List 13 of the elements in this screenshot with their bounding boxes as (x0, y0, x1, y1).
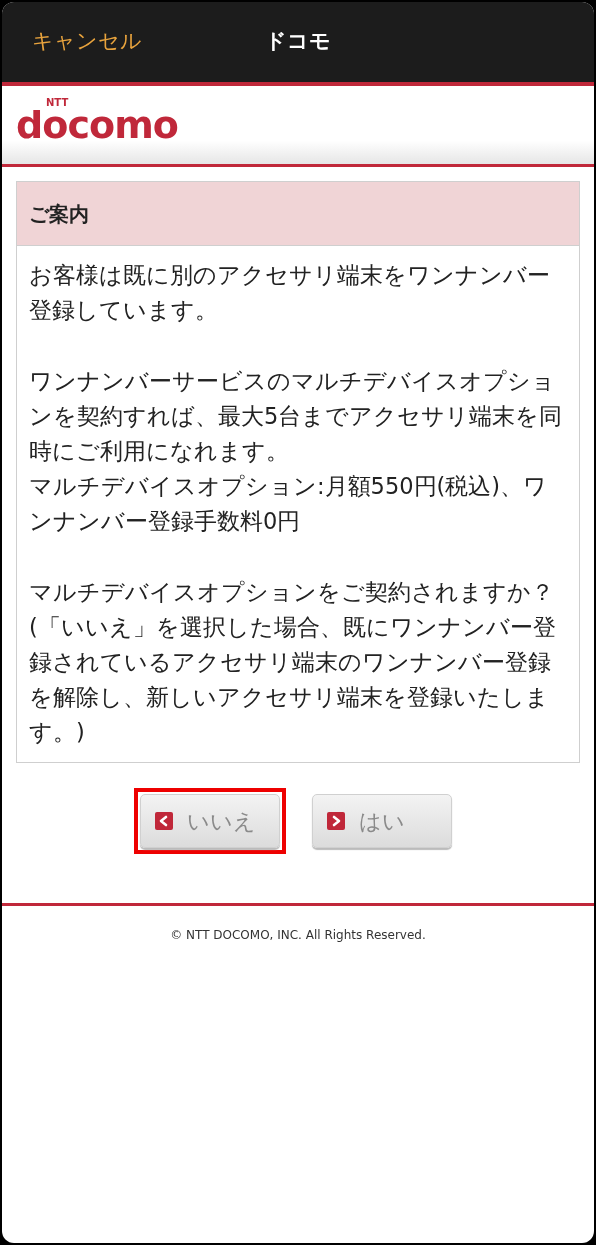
notice-text: マルチデバイスオプション:月額550円(税込)、ワンナンバー登録手数料0円 (29, 472, 549, 536)
logo: docomo (16, 106, 178, 144)
notice-heading: ご案内 (17, 182, 579, 246)
copyright-text: © NTT DOCOMO, INC. All Rights Reserved. (170, 927, 426, 944)
choice-button[interactable]: はい (312, 794, 452, 848)
notice-text: ワンナンバーサービスのマルチデバイスオプションを契約すれば、最大5台までアクセサリ端末を同時にご利用になれます。 (29, 367, 564, 466)
nav-title: ドコモ (265, 28, 331, 56)
logo-small-text: NTT (46, 98, 69, 108)
notice-text: マルチデバイスオプションをご契約されますか？ (29, 578, 555, 607)
choice-button[interactable]: いいえ (140, 794, 280, 848)
notice-text: お客様は既に別のアクセサリ端末をワンナンバー登録しています。 (29, 261, 551, 325)
notice-text: (「いいえ」を選択した場合、既にワンナンバー登録されているアクセサリ端末のワンナンバー登録を解除し、新しいアクセサリ端末を登録いたします。) (29, 613, 557, 747)
cancel-button[interactable]: キャンセル (32, 26, 142, 58)
